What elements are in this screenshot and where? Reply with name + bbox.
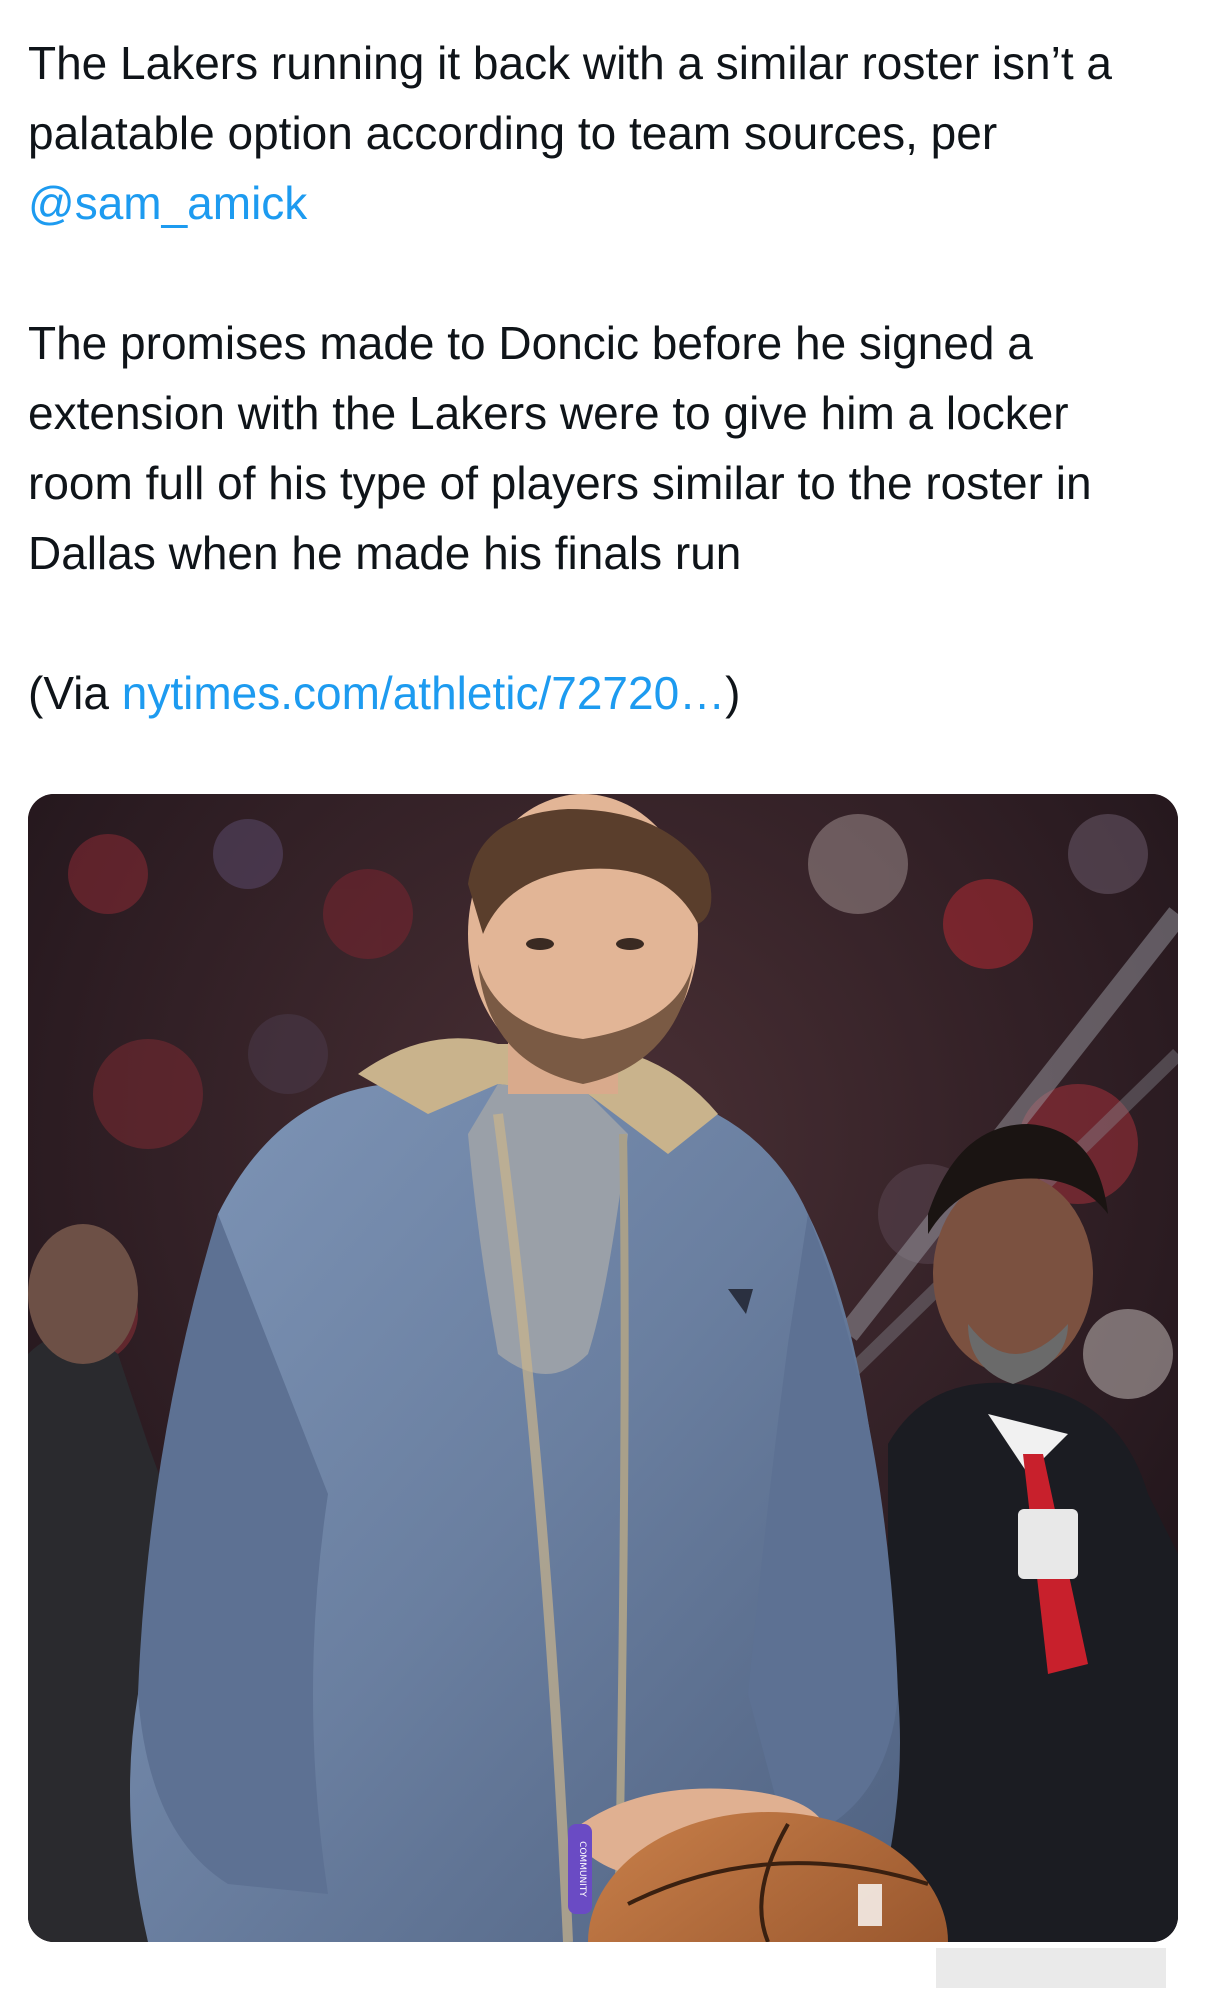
tweet-paragraph-1: The Lakers running it back with a simila… [28,28,1178,238]
photo-illustration: COMMUNITY [28,794,1178,1942]
tweet-photo[interactable]: COMMUNITY [28,794,1178,1942]
via-suffix: ) [725,667,741,719]
tweet-paragraph-2: The promises made to Doncic before he si… [28,317,1092,579]
article-link[interactable]: nytimes.com/athletic/72720… [122,667,725,719]
tweet-text: The Lakers running it back with a simila… [28,28,1178,728]
tweet-text-1: The Lakers running it back with a simila… [28,37,1112,159]
mention-link[interactable]: @sam_amick [28,177,307,229]
tweet-paragraph-via: (Via nytimes.com/athletic/72720…) [28,658,1178,728]
wristband-text: COMMUNITY [577,1841,587,1897]
via-prefix: (Via [28,667,122,719]
watermark-overlay [936,1948,1166,1988]
